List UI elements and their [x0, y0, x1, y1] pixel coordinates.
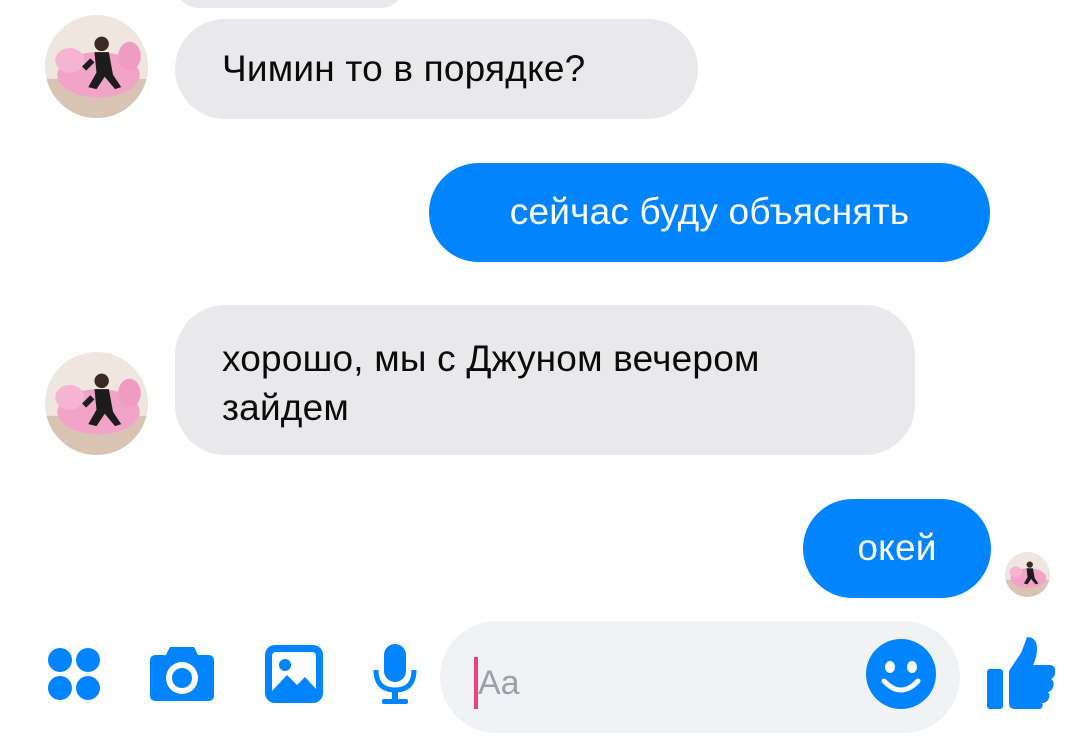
microphone-icon[interactable] [372, 642, 418, 706]
message-input-placeholder: Aa [478, 664, 520, 702]
chat-screen: Чимин то в порядке? сейчас буду объяснят… [0, 0, 1080, 738]
incoming-message[interactable]: Чимин то в порядке? [175, 19, 698, 119]
composer-bar: Aa [0, 615, 1080, 738]
message-text: окей [857, 527, 937, 568]
outgoing-message[interactable]: окей [803, 499, 991, 598]
more-icon[interactable] [46, 646, 102, 702]
gallery-icon[interactable] [263, 643, 325, 705]
emoji-icon[interactable] [864, 637, 938, 711]
message-text: хорошо, мы с Джуном вечером зайдем [222, 338, 760, 428]
camera-icon[interactable] [148, 643, 216, 705]
like-icon[interactable] [985, 635, 1057, 711]
read-receipt-avatar [1005, 552, 1050, 597]
contact-avatar[interactable] [45, 352, 148, 455]
message-text: сейчас буду объяснять [509, 191, 910, 232]
incoming-message[interactable]: хорошо, мы с Джуном вечером зайдем [175, 305, 915, 455]
previous-message-bubble [175, 0, 405, 8]
outgoing-message[interactable]: сейчас буду объяснять [429, 163, 990, 262]
message-text: Чимин то в порядке? [222, 48, 586, 89]
contact-avatar[interactable] [45, 15, 148, 118]
